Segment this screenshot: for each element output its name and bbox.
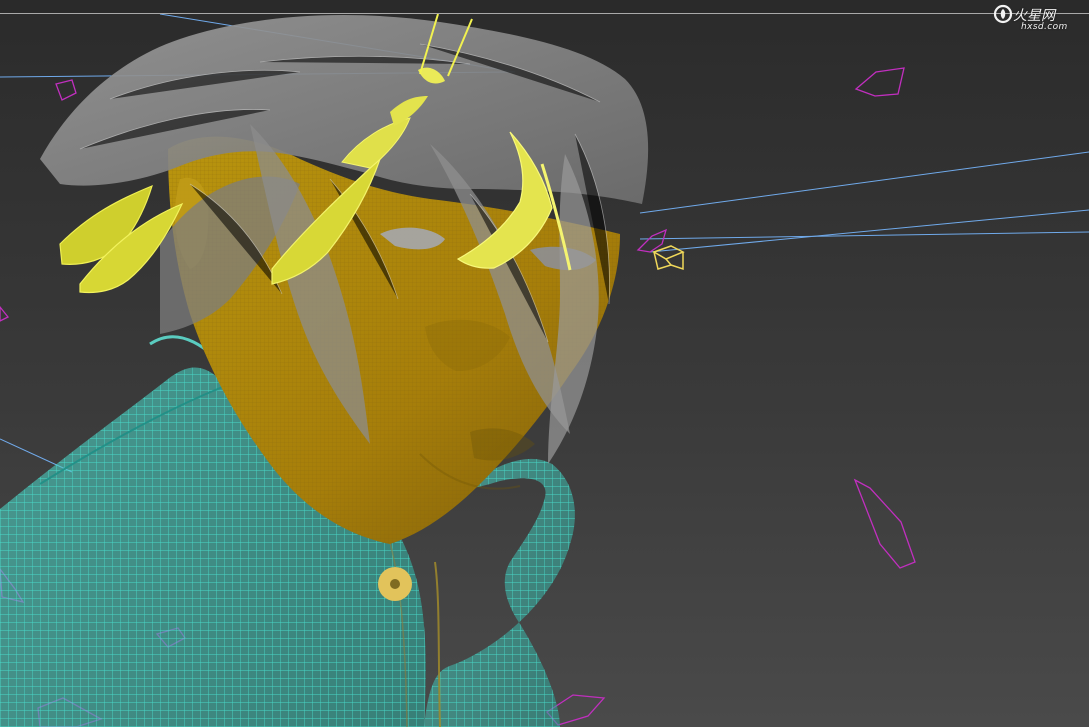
- collar-button: [378, 567, 412, 601]
- viewport-canvas[interactable]: [0, 14, 1089, 727]
- viewport-top-strip: [0, 0, 1089, 14]
- selection-box-icon[interactable]: [652, 245, 685, 271]
- 3d-viewport[interactable]: 火星网 hxsd.com: [0, 0, 1089, 727]
